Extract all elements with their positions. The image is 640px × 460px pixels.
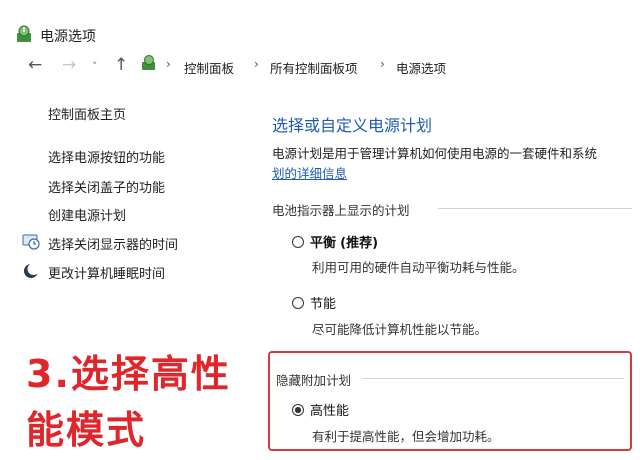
sidebar-item-lid[interactable]: 选择关闭盖子的功能 <box>48 177 165 196</box>
back-button[interactable]: ← <box>28 55 42 75</box>
plan-balanced-label: 平衡 <box>310 236 337 251</box>
battery-plans-group-label: 电池指示器上显示的计划 <box>272 203 410 218</box>
plan-balanced-name[interactable]: 平衡 (推荐) <box>310 232 378 251</box>
control-panel-icon <box>142 55 155 70</box>
sidebar-item-power-button[interactable]: 选择电源按钮的功能 <box>48 147 165 166</box>
recent-locations-chevron-icon[interactable]: ˅ <box>92 60 98 73</box>
breadcrumb-separator: › <box>254 57 259 71</box>
breadcrumb-separator: › <box>166 57 171 71</box>
plan-details-link[interactable]: 划的详细信息 <box>272 163 347 182</box>
plan-power-saver-description: 尽可能降低计算机性能以节能。 <box>312 322 488 337</box>
title-bar <box>0 0 640 46</box>
window-title: 电源选项 <box>40 29 96 45</box>
caption-line-1: 3.选择高性 <box>26 352 231 396</box>
breadcrumb-all-items[interactable]: 所有控制面板项 <box>270 58 358 77</box>
plan-high-performance-radio[interactable] <box>292 404 304 416</box>
sleep-icon <box>24 263 40 278</box>
sidebar-item-sleep-time[interactable]: 更改计算机睡眠时间 <box>48 263 165 282</box>
hidden-plans-group-label[interactable]: 隐藏附加计划 <box>276 370 351 389</box>
plan-high-performance-name[interactable]: 高性能 <box>310 400 349 419</box>
group-divider <box>438 208 632 209</box>
plan-balanced-radio[interactable] <box>292 236 304 248</box>
page-description: 电源计划是用于管理计算机如何使用电源的一套硬件和系统 <box>272 146 598 161</box>
power-options-icon <box>17 25 31 42</box>
sidebar-home-link[interactable]: 控制面板主页 <box>48 104 126 123</box>
caption-line-2: 能模式 <box>26 408 147 452</box>
breadcrumb-power-options[interactable]: 电源选项 <box>396 58 446 77</box>
sidebar-item-create-plan[interactable]: 创建电源计划 <box>48 205 126 224</box>
breadcrumb-control-panel[interactable]: 控制面板 <box>184 58 234 77</box>
breadcrumb-separator: › <box>380 57 385 71</box>
plan-high-performance-description: 有利于提高性能，但会增加功耗。 <box>312 429 500 444</box>
page-title: 选择或自定义电源计划 <box>272 116 433 135</box>
plan-balanced-tag: (推荐) <box>340 236 379 251</box>
display-time-icon <box>22 234 40 250</box>
plan-balanced-description: 利用可用的硬件自动平衡功耗与性能。 <box>312 260 525 275</box>
plan-power-saver-name[interactable]: 节能 <box>310 293 336 312</box>
instruction-caption: 3.选择高性 能模式 <box>26 346 256 458</box>
up-button[interactable]: ↑ <box>114 55 128 75</box>
group-divider <box>362 378 624 379</box>
forward-button[interactable]: → <box>62 55 76 75</box>
plan-power-saver-radio[interactable] <box>292 297 304 309</box>
sidebar-item-display-time[interactable]: 选择关闭显示器的时间 <box>48 234 178 253</box>
